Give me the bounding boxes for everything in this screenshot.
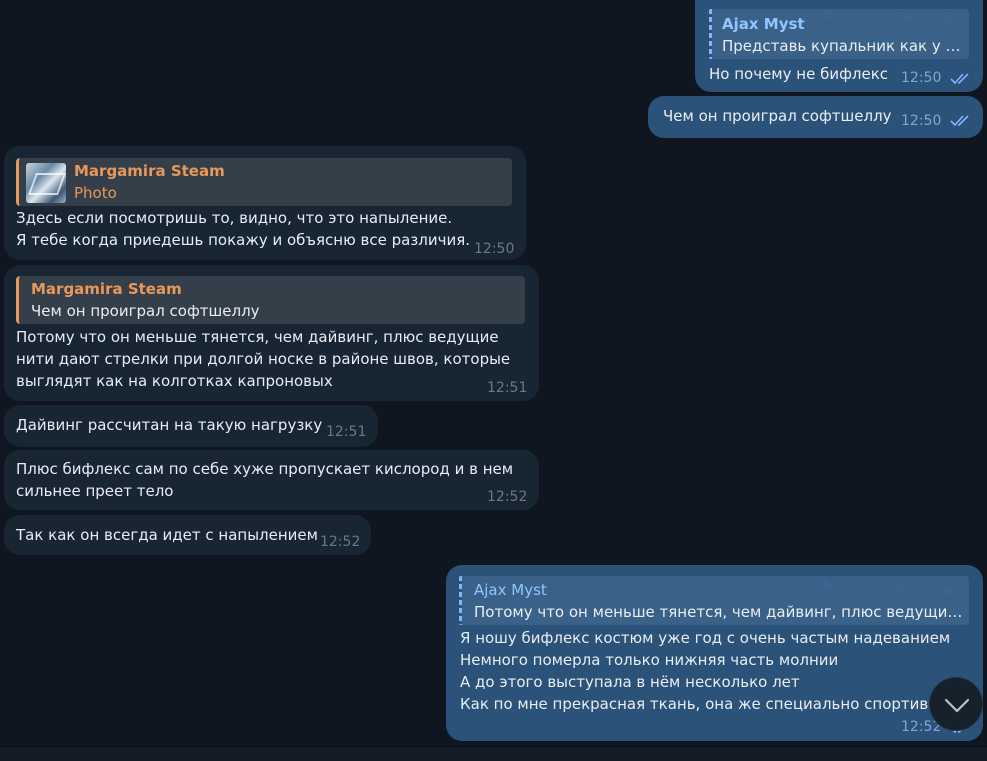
- reply-author: Ajax Myst: [722, 15, 805, 33]
- reply-text: Photo: [74, 184, 117, 202]
- reply-author: Margamira Steam: [31, 280, 182, 298]
- composer-area[interactable]: [0, 746, 987, 761]
- message-time: 12:51: [326, 424, 367, 440]
- chat-history[interactable]: ❧ ❧ ❧ Ajax Myst Представь купальник как …: [0, 0, 987, 761]
- scroll-to-bottom-button[interactable]: [929, 677, 983, 731]
- chevron-down-icon: [944, 698, 970, 713]
- reply-preview[interactable]: Margamira Steam Чем он проиграл софтшелл…: [16, 276, 525, 324]
- reply-text: Чем он проиграл софтшеллу: [31, 302, 260, 320]
- reply-text: Потому что он меньше тянется, чем дайвин…: [474, 603, 964, 621]
- outgoing-message[interactable]: Чем он проиграл софтшеллу 12:50: [648, 96, 983, 138]
- double-check-icon: [950, 73, 969, 85]
- photo-thumbnail: [26, 163, 66, 203]
- decor-pattern-icon: ❧: [814, 570, 836, 600]
- message-text: Я ношу бифлекс костюм уже год с очень ча…: [460, 629, 957, 713]
- message-time: 12:50: [901, 113, 942, 129]
- message-time: 12:52: [320, 534, 361, 550]
- message-text: Чем он проиграл софтшеллу: [663, 107, 892, 125]
- outgoing-message[interactable]: ❧ ❧ ❧ Ajax Myst Представь купальник как …: [695, 0, 983, 92]
- decor-pattern-icon: ❧: [819, 1, 841, 31]
- reply-preview[interactable]: Margamira Steam Photo: [16, 158, 512, 206]
- message-time: 12:50: [474, 241, 515, 257]
- incoming-message[interactable]: Margamira Steam Photo Здесь если посмотр…: [4, 146, 526, 260]
- message-text: Здесь если посмотришь то, видно, что это…: [16, 209, 471, 249]
- message-time: 12:51: [487, 380, 528, 396]
- incoming-message[interactable]: Margamira Steam Чем он проиграл софтшелл…: [4, 265, 539, 401]
- reply-author: Ajax Myst: [474, 581, 547, 599]
- incoming-message[interactable]: Так как он всегда идет с напылением 12:5…: [4, 515, 371, 555]
- message-text: Плюс бифлекс сам по себе хуже пропускает…: [16, 460, 514, 500]
- message-time: 12:50: [901, 70, 942, 86]
- reply-text: Представь купальник как у ж...: [722, 37, 964, 55]
- decor-pattern-icon: ❧: [937, 576, 959, 606]
- reply-preview[interactable]: ❧ ❧ ❧ Ajax Myst Представь купальник как …: [709, 3, 969, 59]
- incoming-message[interactable]: Дайвинг рассчитан на такую нагрузку 12:5…: [4, 405, 378, 447]
- decor-pattern-icon: ❧: [889, 572, 911, 602]
- reply-preview[interactable]: ❧ ❧ ❧ Ajax Myst Потому что он меньше тян…: [459, 570, 969, 625]
- double-check-icon: [950, 115, 969, 127]
- decor-pattern-icon: ❧: [894, 3, 916, 33]
- message-time: 12:52: [487, 489, 528, 505]
- message-text: Так как он всегда идет с напылением: [16, 526, 318, 544]
- message-text: Потому что он меньше тянется, чем дайвин…: [16, 328, 511, 390]
- decor-pattern-icon: ❧: [937, 5, 959, 35]
- incoming-message[interactable]: Плюс бифлекс сам по себе хуже пропускает…: [4, 450, 539, 510]
- message-text: Дайвинг рассчитан на такую нагрузку: [16, 416, 323, 434]
- reply-author: Margamira Steam: [74, 162, 225, 180]
- message-text: Но почему не бифлекс: [709, 65, 889, 83]
- outgoing-message[interactable]: ❧ ❧ ❧ Ajax Myst Потому что он меньше тян…: [446, 565, 983, 741]
